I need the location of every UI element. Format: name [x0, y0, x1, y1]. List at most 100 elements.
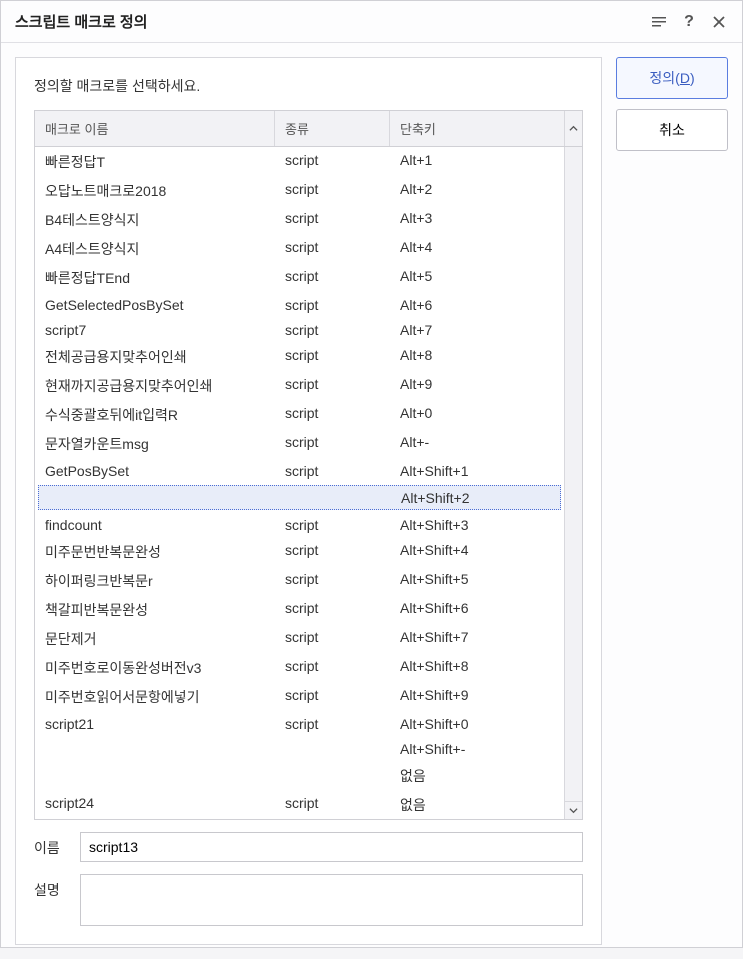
table-row[interactable]: Alt+Shift+2	[38, 485, 561, 510]
cell-type: script	[275, 566, 390, 595]
table-body: 빠른정답TscriptAlt+1오답노트매크로2018scriptAlt+2B4…	[35, 147, 582, 819]
scrollbar[interactable]	[564, 147, 582, 819]
table-row[interactable]: 미주문번반복문완성scriptAlt+Shift+4	[35, 537, 564, 566]
cell-name: 책갈피반복문완성	[35, 595, 275, 624]
cell-type: script	[275, 147, 390, 176]
cell-name: 오답노트매크로2018	[35, 176, 275, 205]
cell-type: script	[275, 234, 390, 263]
cell-name: 빠른정답T	[35, 147, 275, 176]
cell-shortcut: Alt+1	[390, 147, 564, 176]
table-row[interactable]: 현재까지공급용지맞추어인쇄scriptAlt+9	[35, 371, 564, 400]
table-row[interactable]: findcountscriptAlt+Shift+3	[35, 512, 564, 537]
scroll-down-button[interactable]	[565, 801, 582, 819]
define-button[interactable]: 정의(D)	[616, 57, 728, 99]
cell-type: script	[275, 263, 390, 292]
desc-field-row: 설명	[34, 874, 583, 926]
cell-shortcut: Alt+Shift+3	[390, 512, 564, 537]
cell-shortcut: Alt+9	[390, 371, 564, 400]
cell-shortcut: Alt+7	[390, 317, 564, 342]
table-row[interactable]: 문자열카운트msgscriptAlt+-	[35, 429, 564, 458]
table-row[interactable]: 빠른정답TEndscriptAlt+5	[35, 263, 564, 292]
cell-name: 미주번호로이동완성버전v3	[35, 653, 275, 682]
cell-type	[276, 486, 391, 509]
cell-type: script	[275, 292, 390, 317]
cell-shortcut: 없음	[390, 761, 564, 790]
cell-type: script	[275, 458, 390, 483]
cell-name: 문자열카운트msg	[35, 429, 275, 458]
cell-type: script	[275, 790, 390, 819]
cell-shortcut: Alt+Shift+4	[390, 537, 564, 566]
desc-label: 설명	[34, 874, 70, 900]
cell-type	[275, 761, 390, 790]
table-row[interactable]: 빠른정답TscriptAlt+1	[35, 147, 564, 176]
table-row[interactable]: 미주번호로이동완성버전v3scriptAlt+Shift+8	[35, 653, 564, 682]
cell-name: findcount	[35, 512, 275, 537]
cell-name: 하이퍼링크반복문r	[35, 566, 275, 595]
cell-name	[35, 761, 275, 790]
cell-shortcut: Alt+-	[390, 429, 564, 458]
main-panel: 정의할 매크로를 선택하세요. 매크로 이름 종류 단축키 빠른정답Tscrip…	[15, 57, 602, 945]
cell-type: script	[275, 317, 390, 342]
cell-name: 전체공급용지맞추어인쇄	[35, 342, 275, 371]
table-row[interactable]: GetPosBySetscriptAlt+Shift+1	[35, 458, 564, 483]
dialog-content: 정의할 매크로를 선택하세요. 매크로 이름 종류 단축키 빠른정답Tscrip…	[1, 43, 742, 959]
name-input[interactable]	[80, 832, 583, 862]
close-icon[interactable]	[710, 13, 728, 31]
cell-name: 미주번호읽어서문항에넣기	[35, 682, 275, 711]
side-panel: 정의(D) 취소	[616, 57, 728, 945]
cell-shortcut: Alt+5	[390, 263, 564, 292]
cell-name	[39, 486, 276, 509]
cell-name: script21	[35, 711, 275, 736]
cell-type: script	[275, 176, 390, 205]
cell-name: script7	[35, 317, 275, 342]
table-row[interactable]: 전체공급용지맞추어인쇄scriptAlt+8	[35, 342, 564, 371]
help-icon[interactable]: ?	[680, 13, 698, 31]
table-row[interactable]: script24script없음	[35, 790, 564, 819]
cell-shortcut: Alt+4	[390, 234, 564, 263]
cell-type: script	[275, 653, 390, 682]
cell-name: 미주문번반복문완성	[35, 537, 275, 566]
table-row[interactable]: 수식중괄호뒤에it입력RscriptAlt+0	[35, 400, 564, 429]
cell-shortcut: Alt+Shift+2	[391, 486, 560, 509]
macro-define-dialog: 스크립트 매크로 정의 ? 정의할 매크로를 선택하세요. 매크로 이름 종류 …	[0, 0, 743, 948]
scroll-up-button[interactable]	[564, 111, 582, 146]
rows-area[interactable]: 빠른정답TscriptAlt+1오답노트매크로2018scriptAlt+2B4…	[35, 147, 564, 819]
column-header-shortcut[interactable]: 단축키	[390, 111, 564, 146]
macro-table: 매크로 이름 종류 단축키 빠른정답TscriptAlt+1오답노트매크로201…	[34, 110, 583, 820]
table-row[interactable]: 오답노트매크로2018scriptAlt+2	[35, 176, 564, 205]
cell-type: script	[275, 400, 390, 429]
table-row[interactable]: 없음	[35, 761, 564, 790]
cell-type	[275, 736, 390, 761]
cell-name: 문단제거	[35, 624, 275, 653]
cell-shortcut: Alt+Shift+7	[390, 624, 564, 653]
column-header-type[interactable]: 종류	[275, 111, 390, 146]
cell-type: script	[275, 682, 390, 711]
cancel-button[interactable]: 취소	[616, 109, 728, 151]
table-row[interactable]: 미주번호읽어서문항에넣기scriptAlt+Shift+9	[35, 682, 564, 711]
cell-name: A4테스트양식지	[35, 234, 275, 263]
cell-type: script	[275, 624, 390, 653]
cell-shortcut: Alt+Shift+1	[390, 458, 564, 483]
cell-name: script24	[35, 790, 275, 819]
table-row[interactable]: script7scriptAlt+7	[35, 317, 564, 342]
table-row[interactable]: 문단제거scriptAlt+Shift+7	[35, 624, 564, 653]
cell-shortcut: Alt+2	[390, 176, 564, 205]
table-row[interactable]: script21scriptAlt+Shift+0	[35, 711, 564, 736]
cell-type: script	[275, 711, 390, 736]
desc-input[interactable]	[80, 874, 583, 926]
table-row[interactable]: A4테스트양식지scriptAlt+4	[35, 234, 564, 263]
cell-type: script	[275, 537, 390, 566]
column-header-name[interactable]: 매크로 이름	[35, 111, 275, 146]
cell-name: 현재까지공급용지맞추어인쇄	[35, 371, 275, 400]
cell-type: script	[275, 429, 390, 458]
cell-shortcut: 없음	[390, 790, 564, 819]
table-row[interactable]: GetSelectedPosBySetscriptAlt+6	[35, 292, 564, 317]
table-row[interactable]: 책갈피반복문완성scriptAlt+Shift+6	[35, 595, 564, 624]
table-row[interactable]: Alt+Shift+-	[35, 736, 564, 761]
table-row[interactable]: B4테스트양식지scriptAlt+3	[35, 205, 564, 234]
table-row[interactable]: 하이퍼링크반복문rscriptAlt+Shift+5	[35, 566, 564, 595]
options-icon[interactable]	[650, 13, 668, 31]
cell-name: 빠른정답TEnd	[35, 263, 275, 292]
cell-name: 수식중괄호뒤에it입력R	[35, 400, 275, 429]
cell-type: script	[275, 595, 390, 624]
